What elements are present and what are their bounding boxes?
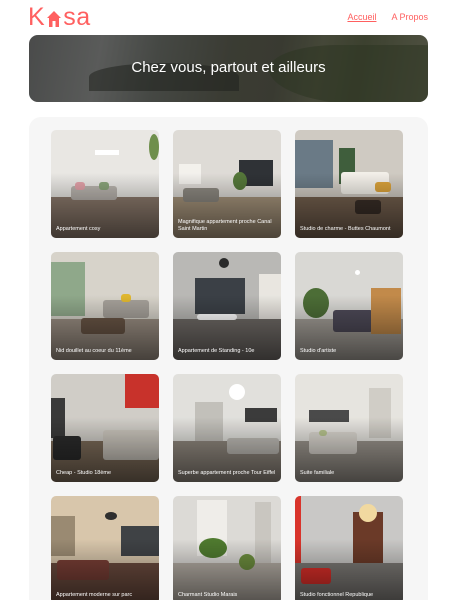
listing-title: Superbe appartement proche Tour Eiffel — [178, 469, 276, 476]
logo-text-start: K — [28, 3, 46, 31]
listing-title: Studio d'artiste — [300, 347, 337, 354]
listing-card[interactable]: Appartement cosy — [51, 130, 159, 238]
listing-title: Studio fonctionnel Republique — [300, 591, 374, 598]
listings-gallery: Appartement cosy Magnifique appartement … — [29, 117, 428, 600]
site-header: K sa Accueil A Propos — [28, 0, 428, 34]
listing-card[interactable]: Studio de charme - Buttes Chaumont — [295, 130, 403, 238]
listing-title: Appartement de Standing - 10e — [178, 347, 255, 354]
listing-card[interactable]: Nid douillet au coeur du 11ème — [51, 252, 159, 360]
listing-title: Nid douillet au coeur du 11ème — [56, 347, 132, 354]
listing-title: Appartement cosy — [56, 225, 101, 232]
kasa-logo[interactable]: K sa — [28, 4, 91, 30]
listing-title: Magnifique appartement proche Canal Sain… — [178, 219, 272, 232]
listing-title: Charmant Studio Marais — [178, 591, 238, 598]
listing-card[interactable]: Studio fonctionnel Republique — [295, 496, 403, 600]
house-icon — [47, 11, 62, 27]
hero-banner: Chez vous, partout et ailleurs — [29, 35, 428, 102]
listing-title: Cheap - Studio 18ème — [56, 469, 112, 476]
listing-card[interactable]: Superbe appartement proche Tour Eiffel — [173, 374, 281, 482]
logo-text-end: sa — [63, 3, 91, 31]
main-nav: Accueil A Propos — [347, 11, 428, 23]
listing-card[interactable]: Cheap - Studio 18ème — [51, 374, 159, 482]
listings-grid: Appartement cosy Magnifique appartement … — [51, 130, 405, 600]
nav-link-about[interactable]: A Propos — [391, 11, 428, 23]
listing-title: Studio de charme - Buttes Chaumont — [300, 225, 391, 232]
nav-link-home[interactable]: Accueil — [347, 11, 376, 23]
listing-title: Appartement moderne sur parc — [56, 591, 133, 598]
listing-card[interactable]: Appartement de Standing - 10e — [173, 252, 281, 360]
hero-title: Chez vous, partout et ailleurs — [131, 59, 326, 76]
listing-card[interactable]: Appartement moderne sur parc — [51, 496, 159, 600]
listing-card[interactable]: Studio d'artiste — [295, 252, 403, 360]
listing-title: Suite familiale — [300, 469, 335, 476]
listing-card[interactable]: Charmant Studio Marais — [173, 496, 281, 600]
listing-card[interactable]: Magnifique appartement proche Canal Sain… — [173, 130, 281, 238]
listing-card[interactable]: Suite familiale — [295, 374, 403, 482]
